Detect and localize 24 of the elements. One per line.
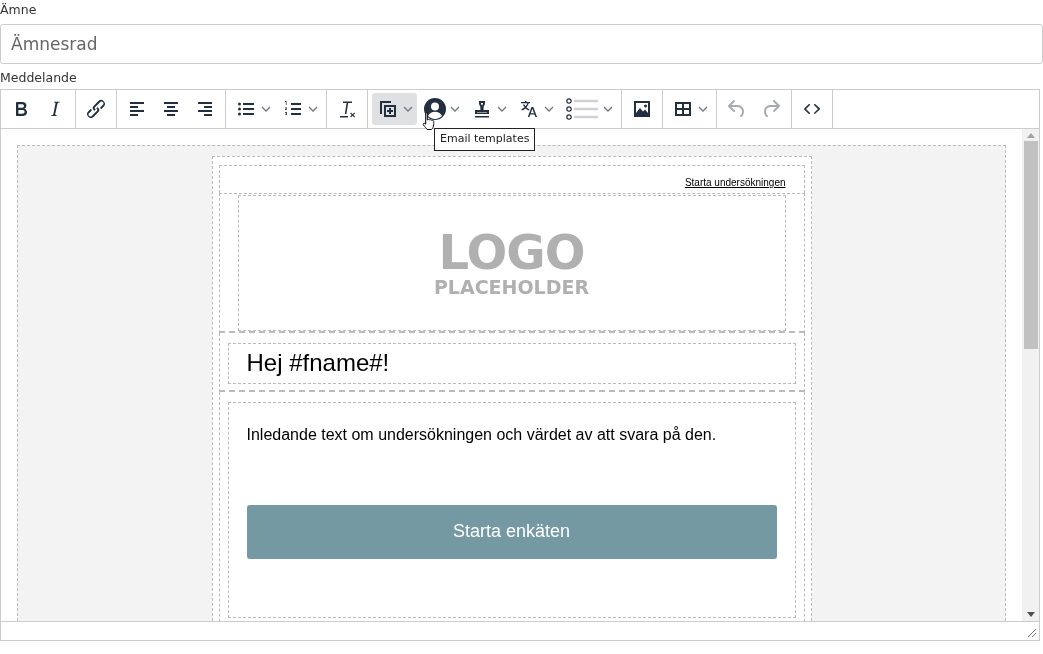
scroll-down-icon[interactable] <box>1026 612 1035 617</box>
intro-text: Inledande text om undersökningen och värdet av att svara på den. <box>246 424 718 445</box>
subject-field[interactable]: Ämnesrad <box>0 23 1043 64</box>
copy-plus-button[interactable] <box>372 93 417 125</box>
field-label: Ämne <box>0 2 37 18</box>
chevron-down-icon <box>698 106 708 112</box>
greeting-text: Hej #fname#! <box>246 348 390 378</box>
tooltip: Email templates <box>434 128 536 151</box>
chevron-down-icon <box>450 106 460 112</box>
logo-text: PLACEHOLDER <box>433 275 590 298</box>
chevron-down-icon <box>603 106 613 112</box>
logo-text: LOGO <box>438 227 585 276</box>
link-icon <box>84 97 108 121</box>
checklist-icon <box>564 97 600 121</box>
user-avatar-icon <box>423 97 447 121</box>
survey-link[interactable]: Starta undersökningen <box>684 177 786 188</box>
chevron-down-icon <box>403 106 413 112</box>
chevron-down-icon <box>308 106 318 112</box>
chevron-down-icon <box>544 106 554 112</box>
field-label: Meddelande <box>0 69 77 86</box>
resize-handle-icon[interactable] <box>1027 628 1037 638</box>
scroll-thumb[interactable] <box>1023 141 1038 349</box>
chevron-down-icon <box>261 106 271 112</box>
chevron-down-icon <box>497 106 507 112</box>
